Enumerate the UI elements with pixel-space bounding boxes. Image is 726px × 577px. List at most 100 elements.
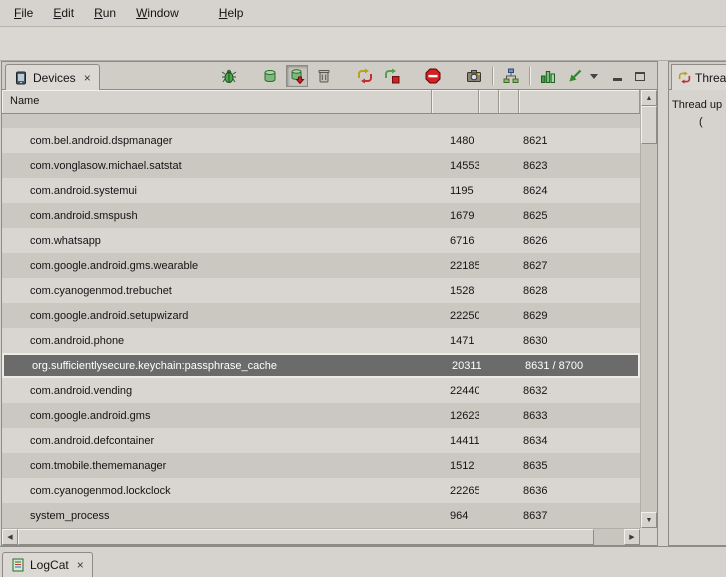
name-cell: com.android.smspush [2, 210, 432, 222]
table-row[interactable]: com.android.vending22440 8632 [2, 378, 640, 403]
trash-icon [316, 68, 332, 84]
menu-window[interactable]: Window [126, 2, 189, 24]
tab-threads-label: Threads [695, 71, 726, 85]
port-cell: 8636 [519, 485, 640, 497]
table-row[interactable]: com.tmobile.thememanager15128635 [2, 453, 640, 478]
screen-capture-button[interactable] [463, 65, 485, 87]
port-cell: 8623 [519, 160, 640, 172]
close-icon[interactable]: × [77, 559, 84, 571]
port-cell: 8624 [519, 185, 640, 197]
tab-devices[interactable]: Devices × [5, 64, 100, 90]
pid-cell: 14553 [432, 160, 479, 172]
threads-view: Threads Thread up ( [668, 61, 726, 546]
dump-view-hierarchy-button[interactable] [500, 65, 522, 87]
table-row[interactable]: com.vonglasow.michael.satstat14553 8623 [2, 153, 640, 178]
scroll-up-button[interactable]: ▲ [641, 90, 657, 106]
table-row[interactable]: com.android.systemui11958624 [2, 178, 640, 203]
dump-hprof-button[interactable] [286, 65, 308, 87]
table-row[interactable]: org.sufficientlysecure.keychain:passphra… [2, 353, 640, 378]
menu-help[interactable]: Help [209, 2, 254, 24]
threads-tab-icon [678, 71, 691, 84]
column-header-name[interactable]: Name [2, 90, 432, 113]
port-cell: 8631 / 8700 [521, 360, 638, 372]
table-row[interactable]: com.cyanogenmod.lockclock222658636 [2, 478, 640, 503]
table-row[interactable]: com.android.defcontainer144118634 [2, 428, 640, 453]
table-row[interactable]: com.bel.android.dspmanager14808621 [2, 128, 640, 153]
name-cell: com.cyanogenmod.trebuchet [2, 285, 432, 297]
debug-icon [221, 68, 237, 84]
menu-run[interactable]: Run [84, 2, 126, 24]
horizontal-scrollbar[interactable]: ◀ ▶ [2, 528, 640, 545]
name-cell: com.vonglasow.michael.satstat [2, 160, 432, 172]
name-cell: com.google.android.gms [2, 410, 432, 422]
stop-icon [425, 68, 441, 84]
table-row[interactable]: com.android.phone14718630 [2, 328, 640, 353]
threads-message-line2: ( [672, 114, 723, 131]
port-cell: 8629 [519, 310, 640, 322]
menu-file[interactable]: File [4, 2, 43, 24]
pid-cell: 1195 [432, 185, 479, 197]
port-cell: 8632 [519, 385, 640, 397]
pid-cell: 1528 [432, 285, 479, 297]
column-header-pid[interactable] [432, 90, 479, 113]
port-cell: 8625 [519, 210, 640, 222]
view-menu-button[interactable] [587, 69, 601, 83]
process-table: com.bel.android.dspmanager14808621com.vo… [2, 114, 640, 528]
update-threads-button[interactable] [354, 65, 376, 87]
menu-bar: File Edit Run Window Help [0, 0, 726, 27]
capture-systrace-button[interactable] [537, 65, 559, 87]
update-threads-icon [357, 68, 373, 84]
tab-logcat[interactable]: LogCat × [2, 552, 93, 577]
opengl-trace-button[interactable] [564, 65, 586, 87]
horizontal-scroll-thumb[interactable] [18, 529, 594, 545]
table-row[interactable]: com.google.android.gms.wearable221858627 [2, 253, 640, 278]
column-header-4[interactable] [499, 90, 519, 113]
close-icon[interactable]: × [84, 72, 91, 84]
logcat-icon [11, 558, 25, 572]
scroll-right-button[interactable]: ▶ [624, 529, 640, 545]
view-window-controls [587, 69, 647, 83]
table-row[interactable]: com.android.smspush16798625 [2, 203, 640, 228]
table-row[interactable]: com.google.android.setupwizard222508629 [2, 303, 640, 328]
method-profiling-button[interactable] [381, 65, 403, 87]
devices-toolbar [218, 65, 591, 87]
port-cell: 8630 [519, 335, 640, 347]
minimize-button[interactable] [610, 69, 624, 83]
bottom-view-bar: LogCat × [0, 546, 726, 577]
pid-cell: 6716 [432, 235, 479, 247]
scroll-down-button[interactable]: ▼ [641, 512, 657, 528]
dump-hprof-icon [289, 68, 305, 84]
name-cell: com.bel.android.dspmanager [2, 135, 432, 147]
cause-gc-button[interactable] [313, 65, 335, 87]
table-row[interactable]: com.cyanogenmod.trebuchet1528 8628 [2, 278, 640, 303]
table-header: Name [2, 90, 640, 114]
view-hierarchy-icon [503, 68, 519, 84]
table-row[interactable]: com.whatsapp67168626 [2, 228, 640, 253]
threads-message: Thread up ( [669, 90, 726, 138]
port-cell: 8634 [519, 435, 640, 447]
name-cell: system_process [2, 510, 432, 522]
debug-process-button[interactable] [218, 65, 240, 87]
name-cell: com.android.vending [2, 385, 432, 397]
table-row[interactable]: com.google.android.gms126238633 [2, 403, 640, 428]
scroll-left-button[interactable]: ◀ [2, 529, 18, 545]
column-header-3[interactable] [479, 90, 499, 113]
menu-edit[interactable]: Edit [43, 2, 84, 24]
port-cell: 8628 [519, 285, 640, 297]
bar-chart-icon [540, 68, 556, 84]
pid-cell: 22440 [432, 385, 479, 397]
maximize-button[interactable] [633, 69, 647, 83]
tab-threads[interactable]: Threads [671, 64, 726, 90]
pid-cell: 22265 [432, 485, 479, 497]
update-heap-button[interactable] [259, 65, 281, 87]
camera-icon [466, 68, 482, 84]
vertical-scrollbar[interactable]: ▲ ▼ [640, 90, 657, 528]
vertical-scroll-thumb[interactable] [641, 106, 657, 144]
table-row[interactable]: system_process9648637 [2, 503, 640, 528]
column-header-port[interactable] [519, 90, 640, 113]
stop-process-button[interactable] [422, 65, 444, 87]
devices-tab-bar: Devices × [2, 62, 657, 90]
port-cell: 8635 [519, 460, 640, 472]
toolbar-strip [0, 27, 726, 61]
pid-cell: 14411 [432, 435, 479, 447]
